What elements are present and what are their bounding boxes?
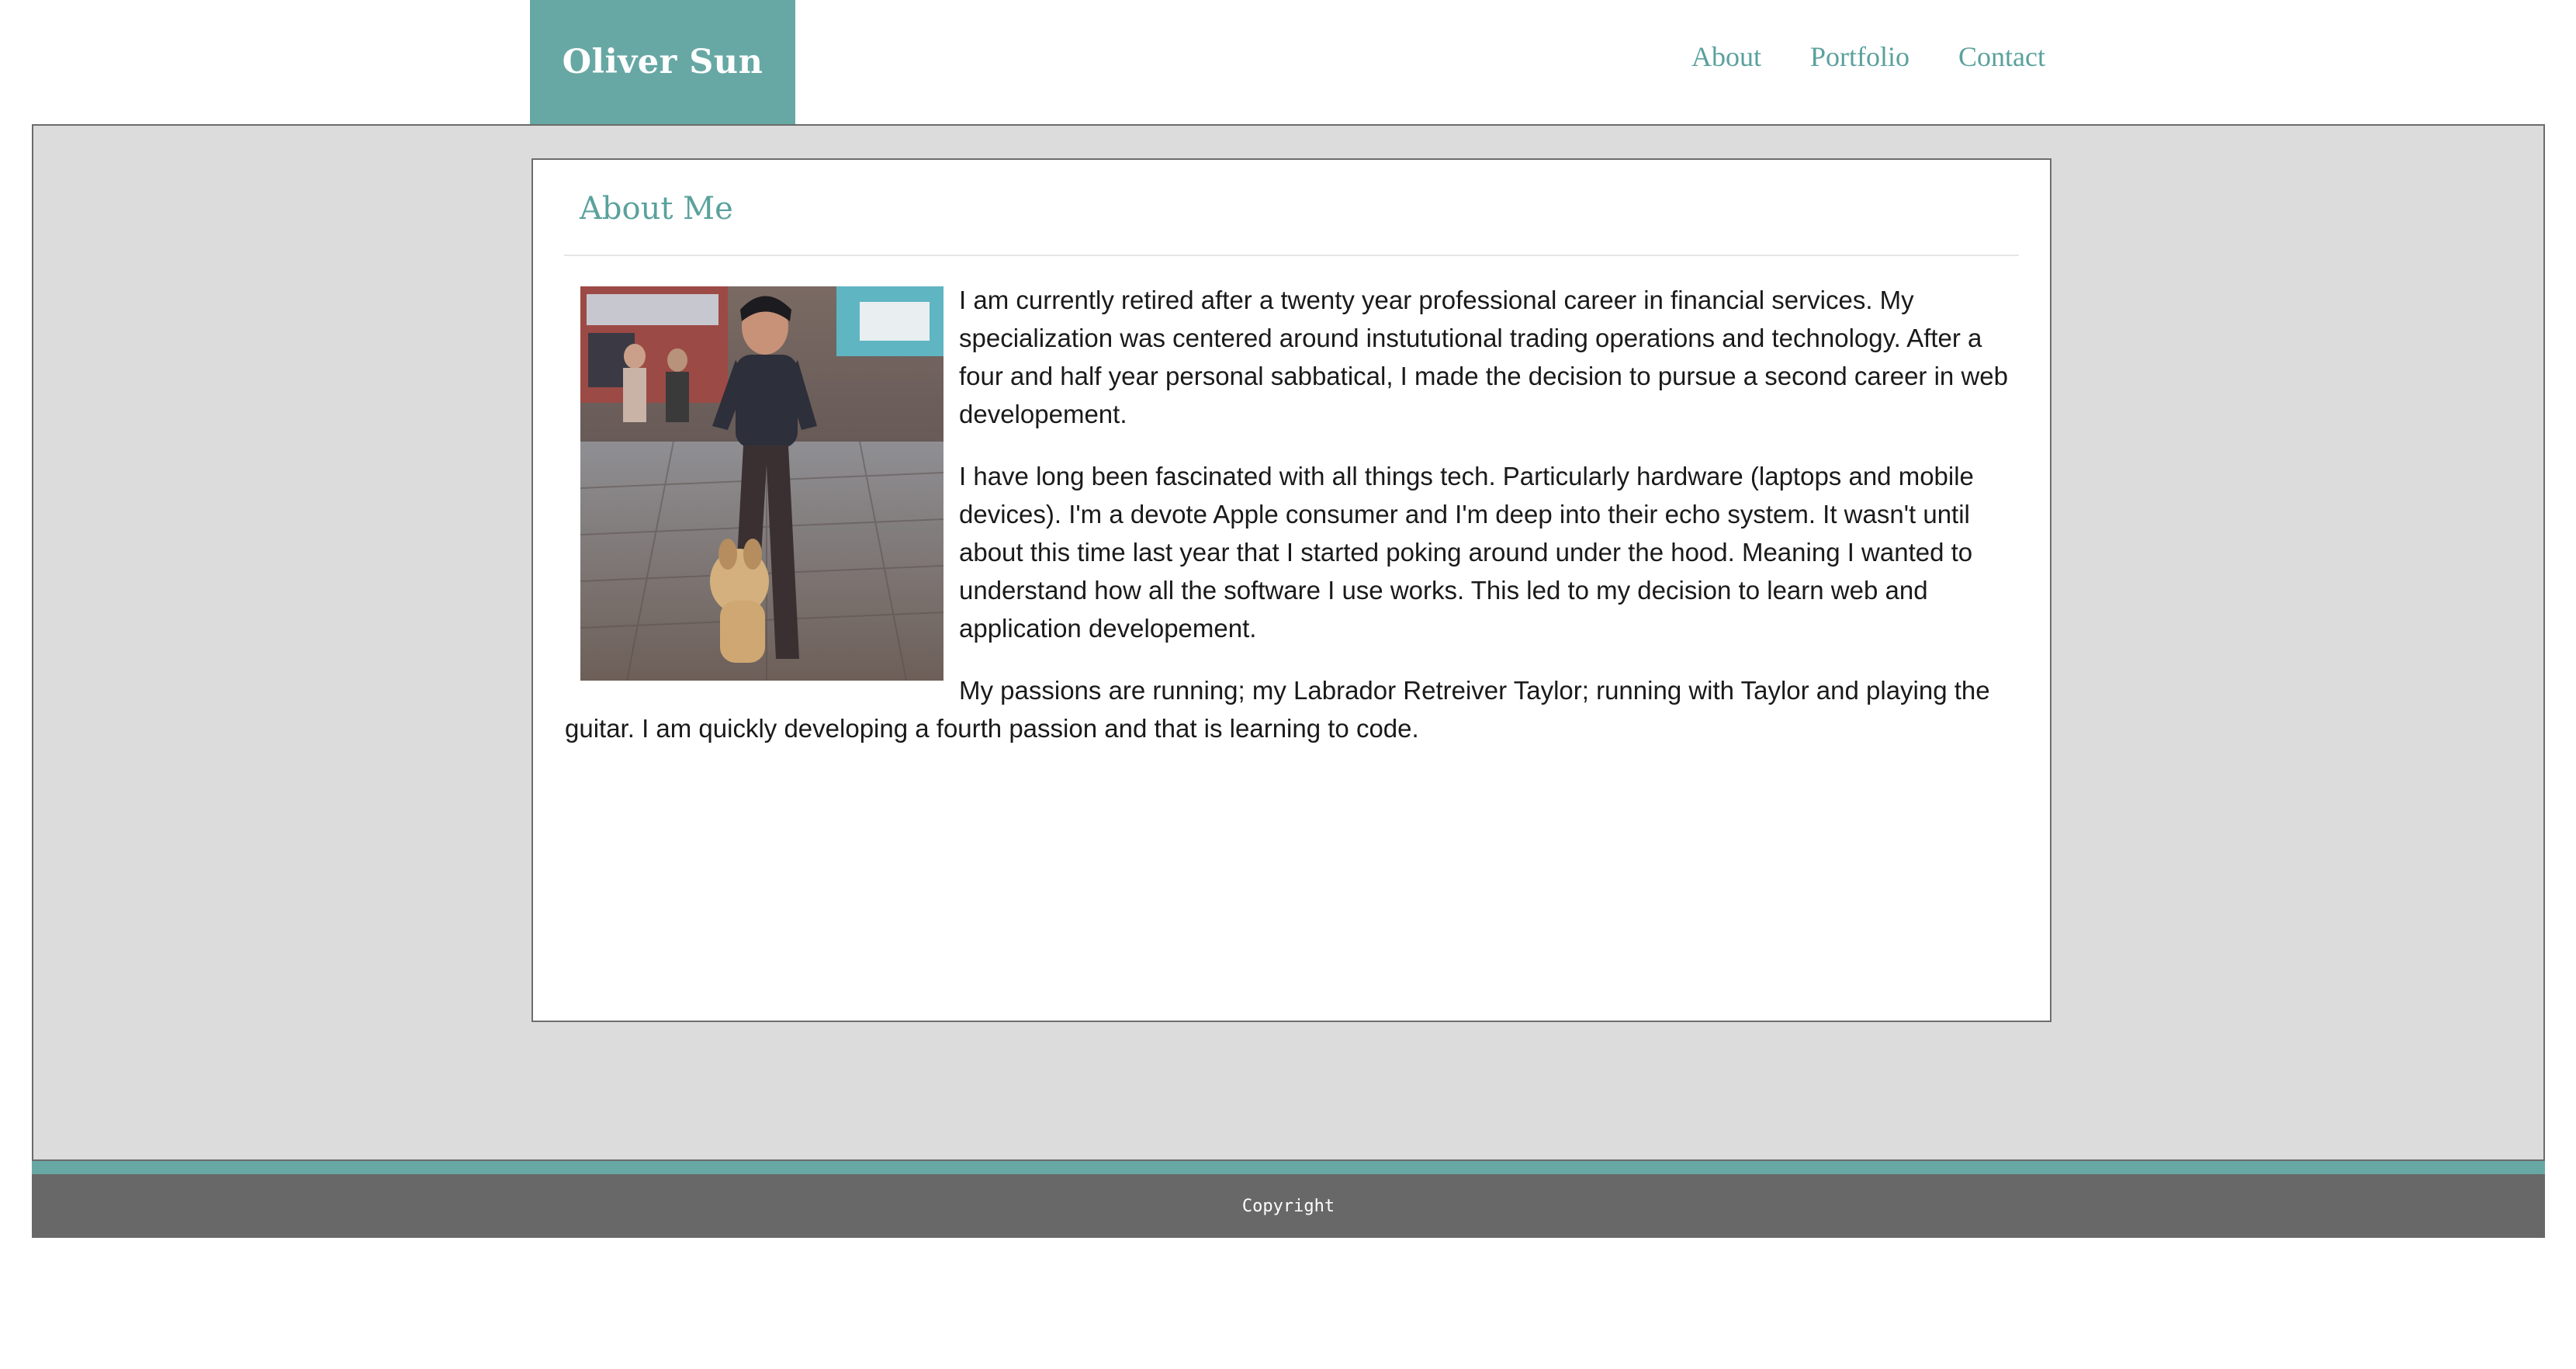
profile-photo — [580, 286, 943, 681]
about-card: About Me I am currently retired after a … — [531, 158, 2051, 1022]
about-paragraph: My passions are running; my Labrador Ret… — [565, 676, 1990, 743]
nav-link-contact[interactable]: Contact — [1958, 40, 2045, 73]
brand-name: Oliver Sun — [562, 43, 763, 81]
site-footer: Copyright — [32, 1174, 2545, 1238]
about-content: I am currently retired after a twenty ye… — [565, 281, 2022, 771]
site-header: Oliver Sun About Portfolio Contact — [0, 0, 2576, 124]
footer-accent-bar — [32, 1161, 2545, 1174]
about-title: About Me — [580, 191, 733, 227]
brand-logo[interactable]: Oliver Sun — [530, 0, 795, 124]
copyright-text: Copyright — [1241, 1196, 1335, 1216]
nav-link-portfolio[interactable]: Portfolio — [1810, 40, 1909, 73]
nav-link-about[interactable]: About — [1691, 40, 1761, 73]
title-divider — [564, 255, 2019, 256]
main-nav: About Portfolio Contact — [1691, 0, 2045, 113]
